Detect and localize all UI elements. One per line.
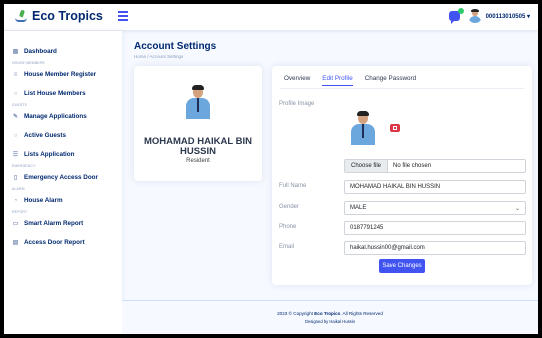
phone-field[interactable]: 0187791245 xyxy=(344,221,526,235)
chat-icon[interactable] xyxy=(448,8,464,24)
profile-tabs: Overview Edit Profile Change Password xyxy=(284,75,428,86)
trash-icon xyxy=(393,126,397,130)
circle-icon: ○ xyxy=(13,132,18,139)
nav-heading-report: REPORT xyxy=(12,210,28,214)
door-icon: ▯ xyxy=(13,174,18,181)
save-changes-button[interactable]: Save Changes xyxy=(379,259,425,273)
list-icon: ☰ xyxy=(12,151,19,158)
tab-edit-profile[interactable]: Edit Profile xyxy=(322,75,353,86)
app-name: Eco Tropics xyxy=(32,9,103,23)
tab-overview[interactable]: Overview xyxy=(284,75,310,86)
file-input[interactable]: Choose file No file chosen xyxy=(344,159,526,173)
pencil-icon: ✎ xyxy=(12,113,19,120)
eco-logo-icon xyxy=(14,9,28,23)
page-title: Account Settings xyxy=(134,41,217,52)
profile-name: MOHAMAD HAIKAL BIN HUSSIN xyxy=(143,136,252,157)
sidebar-item-dashboard[interactable]: ▦ Dashboard xyxy=(12,45,122,58)
nav-heading-guests: GUESTS xyxy=(12,103,28,107)
sidebar-item-house-member-register[interactable]: ≡ House Member Register xyxy=(12,68,122,81)
file-status: No file chosen xyxy=(393,163,432,169)
document-icon: ▤ xyxy=(12,239,19,246)
full-name-field[interactable]: MOHAMAD HAIKAL BIN HUSSIN xyxy=(344,180,526,194)
sidebar-item-emergency-access-door[interactable]: ▯ Emergency Access Door xyxy=(12,171,122,184)
user-avatar[interactable] xyxy=(467,9,482,23)
phone-label: Phone xyxy=(279,224,297,230)
report-icon: ▭ xyxy=(12,220,19,227)
nav-heading-alarm: ALARM xyxy=(12,187,25,191)
sidebar-item-smart-alarm-report[interactable]: ▭ Smart Alarm Report xyxy=(12,217,122,230)
grid-icon: ▦ xyxy=(12,48,19,55)
profile-card: MOHAMAD HAIKAL BIN HUSSIN Resident xyxy=(134,66,262,181)
menu-icon: ≡ xyxy=(13,71,18,78)
email-label: Email xyxy=(279,244,295,250)
sidebar-item-list-house-members[interactable]: ○ List House Members xyxy=(12,87,122,100)
copyright-text: 2023 © Copyright Eco Tropics. All Rights… xyxy=(277,311,383,316)
app-window: Eco Tropics 000113010505 ▾ ▦ Dashboard HO… xyxy=(4,4,538,334)
gender-label: Gender xyxy=(279,204,300,210)
breadcrumb[interactable]: Home / Account Settings xyxy=(134,54,183,59)
header-right: 000113010505 ▾ xyxy=(448,8,530,24)
full-name-label: Full Name xyxy=(279,183,307,189)
choose-file-button[interactable]: Choose file xyxy=(345,160,389,172)
profile-photo xyxy=(185,83,211,119)
nav-heading-house-members: HOUSE MEMBERS xyxy=(12,61,45,65)
designed-by-text: Designed by Haikal Hussin xyxy=(304,319,356,324)
footer: 2023 © Copyright Eco Tropics. All Rights… xyxy=(122,300,538,334)
tab-change-password[interactable]: Change Password xyxy=(365,75,416,86)
alarm-icon: ◔ xyxy=(13,197,18,204)
sidebar-item-access-door-report[interactable]: ▤ Access Door Report xyxy=(12,236,122,249)
profile-role: Resident xyxy=(186,158,210,164)
top-header: Eco Tropics 000113010505 ▾ xyxy=(4,4,538,31)
tab-divider xyxy=(280,88,524,89)
sidebar: ▦ Dashboard HOUSE MEMBERS ≡ House Member R… xyxy=(4,31,122,334)
nav-heading-emergency: EMERGENCY xyxy=(12,164,36,168)
sidebar-item-manage-applications[interactable]: ✎ Manage Applications xyxy=(12,110,122,123)
edit-profile-photo xyxy=(350,109,376,145)
profile-image-label: Profile Image xyxy=(279,101,315,107)
menu-toggle-icon[interactable] xyxy=(118,11,128,21)
sidebar-item-lists-application[interactable]: ☰ Lists Application xyxy=(12,148,122,161)
edit-profile-card: Overview Edit Profile Change Password Pr… xyxy=(272,66,532,285)
delete-image-button[interactable] xyxy=(390,124,400,132)
notification-badge xyxy=(457,8,464,14)
email-field[interactable]: haikal.hussin00@gmail.com xyxy=(344,241,526,255)
logo[interactable]: Eco Tropics xyxy=(14,9,103,23)
gender-select[interactable]: MALE ⌄ xyxy=(344,201,526,215)
sidebar-item-active-guests[interactable]: ○ Active Guests xyxy=(12,129,122,142)
user-dropdown[interactable]: 000113010505 ▾ xyxy=(486,13,530,20)
circle-icon: ○ xyxy=(13,90,18,97)
chevron-down-icon: ⌄ xyxy=(514,206,520,212)
sidebar-item-house-alarm[interactable]: ◔ House Alarm xyxy=(12,194,122,207)
